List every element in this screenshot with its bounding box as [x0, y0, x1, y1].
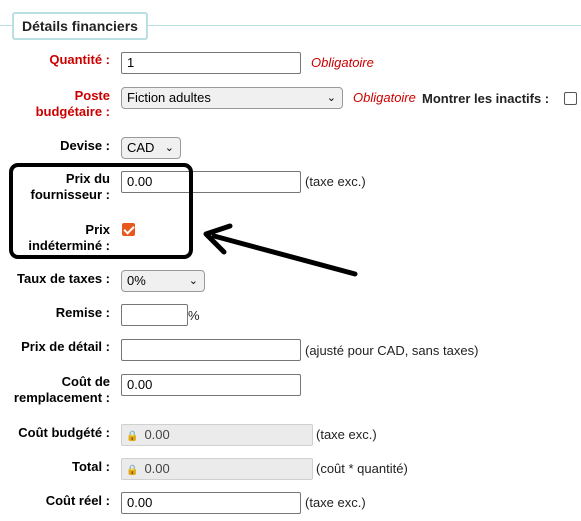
tax-rate-select-value: 0%: [127, 273, 146, 288]
budget-select[interactable]: Fiction adultes ⌄: [121, 87, 343, 109]
budget-required-note: Obligatoire: [353, 90, 416, 105]
vendor-price-note: (taxe exc.): [305, 174, 366, 189]
total-value: 0.00: [144, 461, 170, 476]
replacement-cost-label: Coût de remplacement :: [13, 374, 110, 405]
discount-suffix: %: [188, 308, 200, 323]
tax-rate-label: Taux de taxes :: [17, 271, 110, 286]
tax-rate-select[interactable]: 0% ⌄: [121, 270, 205, 292]
currency-select-value: CAD: [127, 140, 155, 155]
discount-label: Remise :: [55, 305, 110, 320]
quantity-label: Quantité :: [49, 52, 110, 67]
quantity-input[interactable]: 1: [121, 52, 301, 74]
actual-cost-label: Coût réel :: [45, 493, 110, 508]
chevron-down-icon: ⌄: [188, 275, 198, 287]
total-label: Total :: [71, 459, 110, 474]
budgeted-cost-label: Coût budgété :: [18, 425, 110, 440]
lock-icon: 🔒: [126, 431, 139, 442]
quantity-required-note: Obligatoire: [311, 55, 374, 70]
pointer-arrow-icon: [203, 223, 358, 277]
budgeted-cost-field: 🔒 0.00: [121, 424, 313, 446]
show-inactive-checkbox[interactable]: [564, 92, 577, 105]
actual-cost-input[interactable]: 0.00: [121, 492, 301, 514]
replacement-cost-input[interactable]: 0.00: [121, 374, 301, 396]
actual-cost-note: (taxe exc.): [305, 495, 366, 510]
show-inactive-label: Montrer les inactifs :: [422, 91, 550, 106]
discount-input[interactable]: [121, 304, 188, 326]
chevron-down-icon: ⌄: [164, 142, 174, 154]
retail-price-label: Prix de détail :: [21, 339, 110, 354]
total-note: (coût * quantité): [316, 461, 408, 476]
chevron-down-icon: ⌄: [326, 92, 336, 104]
budgeted-cost-note: (taxe exc.): [316, 427, 377, 442]
budgeted-cost-value: 0.00: [144, 427, 170, 442]
highlight-box: [9, 163, 193, 259]
retail-price-note: (ajusté pour CAD, sans taxes): [305, 343, 479, 358]
retail-price-input[interactable]: [121, 339, 301, 361]
budget-select-value: Fiction adultes: [127, 90, 211, 105]
lock-icon: 🔒: [126, 465, 139, 476]
section-title: Détails financiers: [12, 12, 148, 40]
budget-label: Poste budgétaire :: [35, 88, 110, 119]
currency-label: Devise :: [60, 138, 110, 153]
currency-select[interactable]: CAD ⌄: [121, 137, 181, 159]
total-field: 🔒 0.00: [121, 458, 313, 480]
